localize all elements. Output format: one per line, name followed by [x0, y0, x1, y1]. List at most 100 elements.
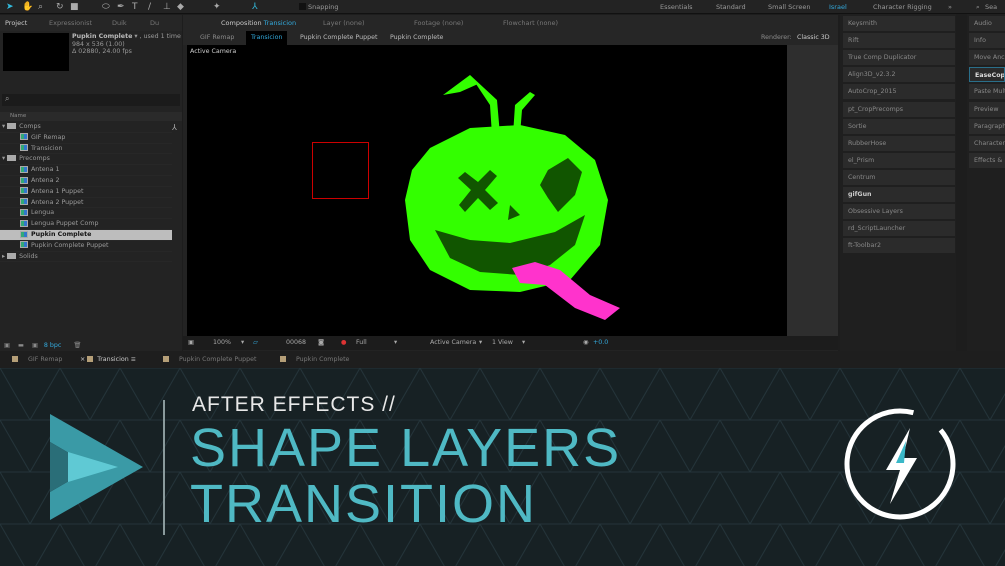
comp-viewer[interactable]: Active Camera — [187, 45, 787, 336]
search-help-field[interactable]: Sea — [985, 3, 997, 11]
brush-tool-icon[interactable]: / — [148, 2, 151, 12]
script-button[interactable]: Align3D_v2.3.2 — [843, 67, 955, 83]
renderer-value[interactable]: Classic 3D — [797, 31, 830, 45]
item-dimensions: 984 x 536 (1.00) — [72, 40, 125, 48]
exposure-reset-icon[interactable]: ◉ — [583, 339, 589, 346]
play-logo-icon — [50, 414, 143, 520]
snapshot-icon[interactable]: ▣ — [188, 339, 194, 346]
project-item[interactable]: Pupkin Complete Puppet — [0, 241, 172, 252]
tab-layer[interactable]: Layer (none) — [323, 19, 364, 27]
shape-tool-icon[interactable]: ⬭ — [102, 2, 110, 12]
timeline-tab-gif-remap[interactable]: GIF Remap — [12, 356, 62, 363]
script-button[interactable]: ft-Toolbar2 — [843, 238, 955, 254]
panel-button[interactable]: Paragraph — [969, 118, 1005, 134]
script-button[interactable]: Centrum — [843, 169, 955, 185]
tab-footage[interactable]: Footage (none) — [414, 19, 463, 27]
tab-duik[interactable]: Duik — [112, 19, 127, 27]
resolution-dropdown[interactable]: Full — [356, 339, 367, 346]
project-item[interactable]: ▸ Solids — [0, 252, 172, 263]
workspace-israel[interactable]: Israel — [829, 3, 847, 11]
search-icon[interactable]: ⌕ — [976, 3, 980, 12]
script-button[interactable]: RubberHose — [843, 135, 955, 151]
script-button[interactable]: True Comp Duplicator — [843, 50, 955, 66]
rotate-tool-icon[interactable]: ↻ — [56, 2, 64, 12]
bit-depth[interactable]: 8 bpc — [44, 342, 61, 349]
project-item[interactable]: Antena 1 Puppet — [0, 187, 172, 198]
project-item[interactable]: ▾ Precomps — [0, 154, 172, 166]
panel-button[interactable]: Move Anch — [969, 50, 1005, 66]
project-item[interactable]: Lengua — [0, 208, 172, 220]
tab-expressionist[interactable]: Expressionist — [49, 19, 92, 27]
pen-tool-icon[interactable]: ✒ — [117, 2, 125, 12]
trash-icon[interactable]: 🗑 — [73, 342, 81, 349]
name-column-header[interactable]: Name — [0, 112, 182, 121]
snapping-checkbox[interactable] — [299, 3, 306, 10]
project-item[interactable]: ▾ Comps — [0, 122, 172, 133]
camera-snapshot-icon[interactable]: ◙ — [318, 339, 324, 346]
camera-tool-icon[interactable]: ■ — [70, 2, 79, 12]
workspace-small-screen[interactable]: Small Screen — [768, 3, 810, 11]
panel-button[interactable]: Effects & P — [969, 152, 1005, 168]
breadcrumb-pupkin-complete[interactable]: Pupkin Complete — [390, 31, 443, 45]
item-label: Antena 1 Puppet — [31, 187, 84, 195]
tab-flowchart[interactable]: Flowchart (none) — [503, 19, 558, 27]
eraser-tool-icon[interactable]: ◆ — [177, 2, 184, 12]
script-button[interactable]: Keysmith — [843, 16, 955, 31]
breadcrumb-pupkin-complete-puppet[interactable]: Pupkin Complete Puppet — [300, 31, 377, 45]
project-search-input[interactable]: ⌕ — [2, 94, 180, 106]
project-item[interactable]: Antena 2 Puppet — [0, 198, 172, 209]
script-button[interactable]: AutoCrop_2015 — [843, 84, 955, 100]
pin-tool-icon[interactable]: ✦ — [213, 2, 221, 12]
workspace-character-rigging[interactable]: Character Rigging — [873, 3, 932, 11]
new-comp-icon[interactable]: ▣ — [32, 342, 38, 349]
stamp-tool-icon[interactable]: ⊥ — [163, 2, 171, 12]
panel-button[interactable]: Info — [969, 33, 1005, 49]
project-item[interactable]: Antena 1 — [0, 165, 172, 176]
project-item[interactable]: Pupkin Complete — [0, 230, 172, 241]
project-item[interactable]: Antena 2 — [0, 176, 172, 187]
timeline-tab-pupkin-complete[interactable]: Pupkin Complete — [280, 356, 349, 363]
script-button[interactable]: Rift — [843, 33, 955, 49]
flowchart-icon[interactable]: ⅄ — [172, 123, 177, 132]
exposure-value[interactable]: +0.0 — [593, 339, 608, 346]
color-channels-icon[interactable]: ● — [341, 339, 347, 346]
grid-icon[interactable]: ▱ — [253, 339, 258, 346]
selection-tool-icon[interactable]: ➤ — [6, 2, 14, 12]
axis-icon[interactable]: ⅄ — [252, 2, 258, 12]
script-button[interactable]: Obsessive Layers — [843, 204, 955, 220]
zoom-tool-icon[interactable]: ⌕ — [38, 2, 43, 12]
script-button[interactable]: rd_ScriptLauncher — [843, 221, 955, 237]
hand-tool-icon[interactable]: ✋ — [22, 2, 33, 12]
tab-project[interactable]: Project — [5, 19, 27, 27]
renderer-label: Renderer: — [761, 34, 792, 41]
script-button[interactable]: gifGun — [843, 187, 955, 202]
text-tool-icon[interactable]: T — [132, 2, 138, 12]
panel-button[interactable]: Paste Multi — [969, 84, 1005, 100]
timeline-tab-pupkin-complete-puppet[interactable]: Pupkin Complete Puppet — [163, 356, 256, 363]
more-workspaces-icon[interactable]: » — [948, 3, 952, 11]
script-button[interactable]: el_Prism — [843, 152, 955, 168]
project-item[interactable]: Lengua Puppet Comp — [0, 219, 172, 230]
project-item[interactable]: Transicion — [0, 144, 172, 155]
panel-button[interactable]: Audio — [969, 16, 1005, 31]
breadcrumb-transicion[interactable]: Transicion — [246, 31, 288, 45]
views-dropdown[interactable]: 1 View — [492, 339, 513, 346]
lightning-logo-icon — [844, 408, 956, 520]
new-folder-icon[interactable]: ▬ — [18, 342, 24, 349]
tab-composition[interactable]: Composition Transicion — [221, 19, 296, 27]
workspace-essentials[interactable]: Essentials — [660, 3, 693, 11]
panel-button[interactable]: Preview — [969, 101, 1005, 117]
script-button[interactable]: pt_CropPrecomps — [843, 101, 955, 117]
breadcrumb-gif-remap[interactable]: GIF Remap — [200, 31, 234, 45]
camera-dropdown[interactable]: Active Camera — [430, 339, 476, 346]
timeline-tab-transicion[interactable]: × Transicion ≡ — [80, 356, 136, 363]
script-button[interactable]: Sortie — [843, 118, 955, 134]
zoom-dropdown[interactable]: 100% — [213, 339, 231, 346]
timecode[interactable]: 00068 — [286, 339, 306, 346]
workspace-standard[interactable]: Standard — [716, 3, 746, 11]
panel-button[interactable]: Character — [969, 135, 1005, 151]
tab-du[interactable]: Du — [150, 19, 159, 27]
project-item[interactable]: GIF Remap — [0, 133, 172, 144]
panel-button[interactable]: EaseCopy — [969, 67, 1005, 83]
interpret-footage-icon[interactable]: ▣ — [4, 342, 10, 349]
